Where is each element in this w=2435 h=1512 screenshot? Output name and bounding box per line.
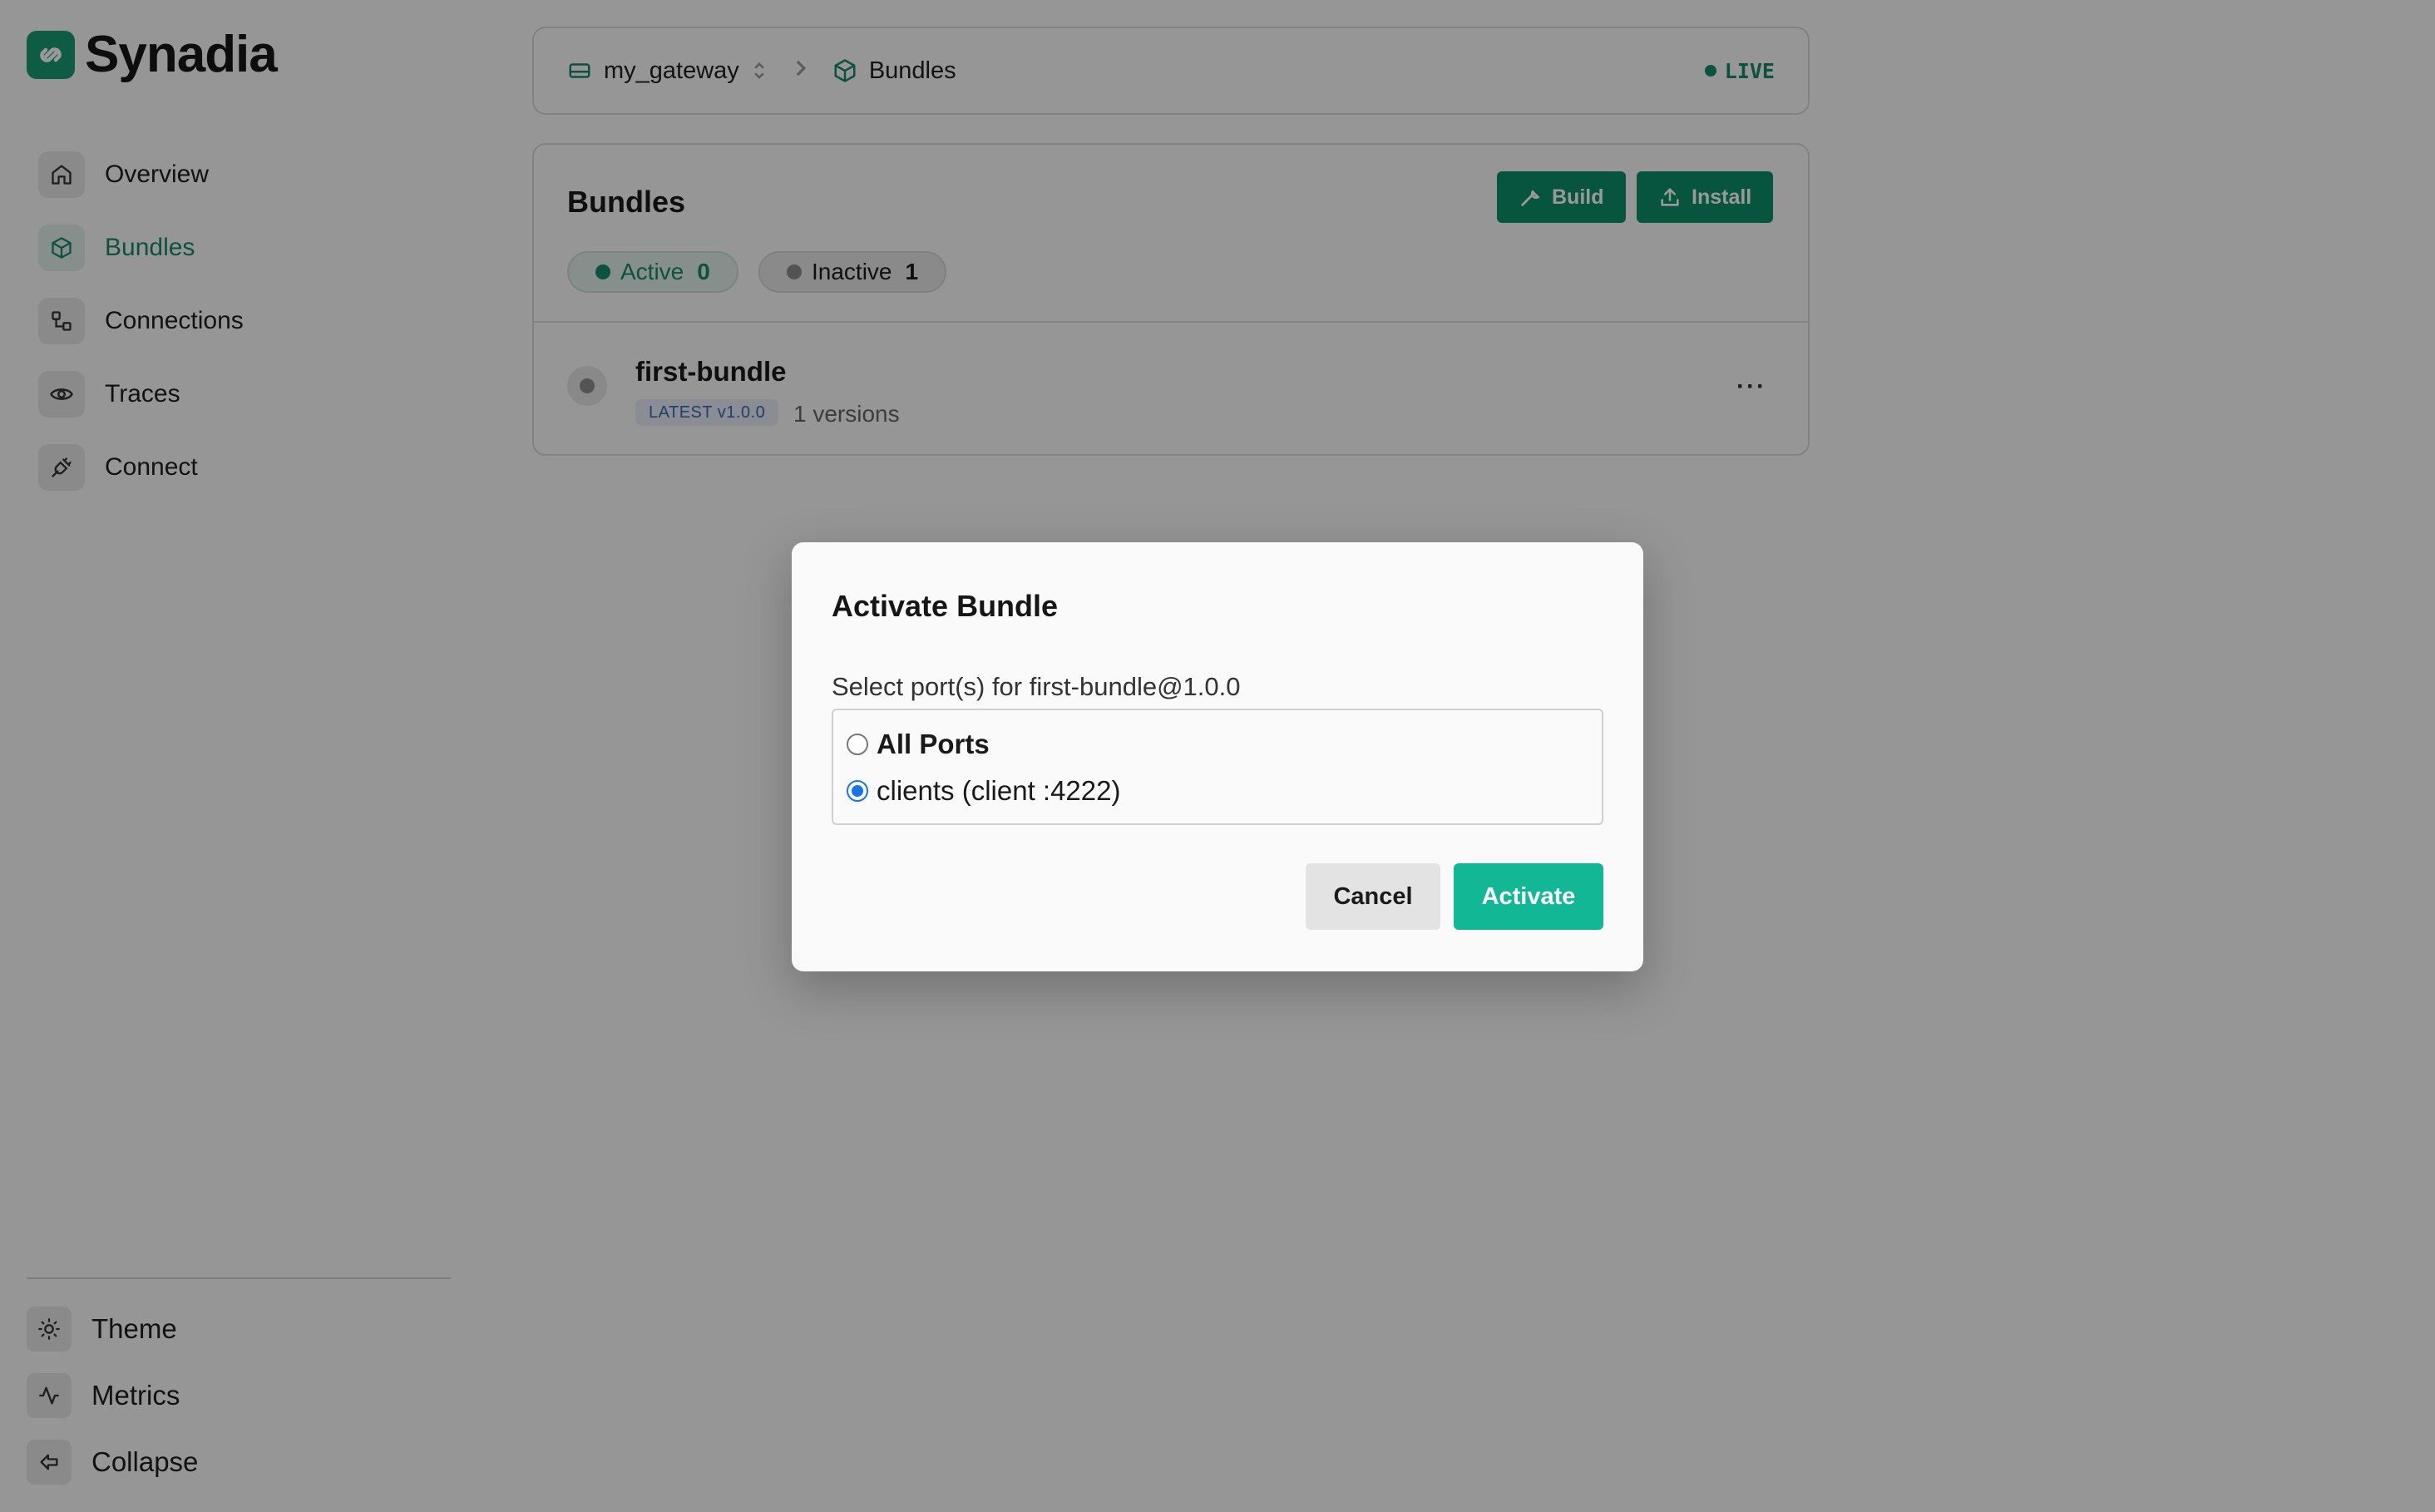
cancel-button[interactable]: Cancel	[1306, 863, 1440, 930]
option-all-ports[interactable]: All Ports	[847, 724, 1588, 765]
activate-bundle-dialog: Activate Bundle Select port(s) for first…	[792, 542, 1643, 971]
dialog-subtitle: Select port(s) for first-bundle@1.0.0	[832, 672, 1241, 701]
port-options: All Ports clients (client :4222)	[832, 709, 1603, 825]
activate-button[interactable]: Activate	[1454, 863, 1603, 930]
option-clients[interactable]: clients (client :4222)	[847, 770, 1588, 812]
option-label: clients (client :4222)	[877, 775, 1121, 806]
dialog-title: Activate Bundle	[832, 589, 1059, 623]
radio-all-ports[interactable]	[847, 734, 868, 755]
app-root: Synadia Overview Bundles Connections Tra…	[0, 0, 2435, 1512]
option-label: All Ports	[877, 729, 990, 759]
radio-clients[interactable]	[847, 780, 868, 802]
